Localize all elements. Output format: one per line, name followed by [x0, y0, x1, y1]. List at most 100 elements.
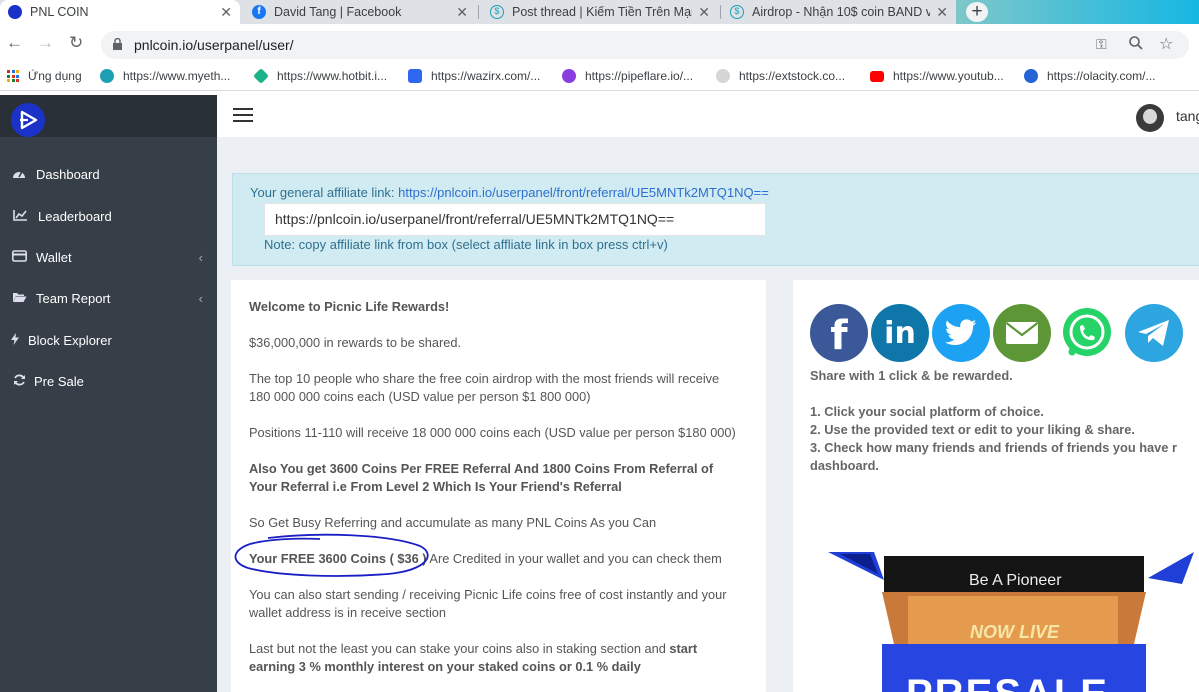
bookmark-label: Ứng dụng [28, 69, 82, 83]
new-tab-plus-icon[interactable]: + [966, 2, 988, 22]
sidebar-item-team-report[interactable]: Team Report ‹ [0, 286, 217, 310]
pnl-logo-icon[interactable] [11, 103, 45, 137]
affiliate-link[interactable]: https://pnlcoin.io/userpanel/front/refer… [398, 185, 769, 200]
share-step: 1. Click your social platform of choice. [810, 404, 1044, 419]
tab-post-thread[interactable]: $ Post thread | Kiếm Tiền Trên Mạng ✕ [482, 0, 718, 24]
top-header: tang [217, 95, 1199, 137]
dollar-favicon-icon: $ [490, 5, 504, 19]
tab-title: PNL COIN [30, 5, 89, 19]
sidebar-item-wallet[interactable]: Wallet ‹ [0, 245, 217, 269]
email-share-icon[interactable] [993, 304, 1051, 362]
zoom-icon[interactable] [1128, 35, 1144, 54]
wazirx-favicon-icon [408, 69, 422, 83]
rewards-paragraph: Positions 11-110 will receive 18 000 000… [249, 425, 736, 440]
chevron-left-icon: ‹ [198, 249, 203, 265]
forward-arrow-icon[interactable]: → [37, 33, 54, 53]
tab-facebook[interactable]: f David Tang | Facebook ✕ [244, 0, 476, 24]
bookmark-wazirx[interactable]: https://wazirx.com/... [408, 69, 540, 83]
share-step-continuation: dashboard. [810, 458, 879, 473]
pipeflare-favicon-icon [562, 69, 576, 83]
rewards-paragraph: You can also start sending / receiving P… [249, 587, 727, 620]
bookmarks-bar: Ứng dụng https://www.myeth... https://ww… [0, 63, 1199, 91]
olacity-favicon-icon [1024, 69, 1038, 83]
free-coins-rest: Are Credited in your wallet and you can … [426, 551, 722, 566]
hamburger-menu-icon[interactable] [233, 108, 253, 122]
facebook-share-icon[interactable]: f [810, 304, 868, 362]
bookmark-pipeflare[interactable]: https://pipeflare.io/... [562, 69, 693, 83]
sidebar-item-label: Leaderboard [38, 208, 112, 224]
url-text: pnlcoin.io/userpanel/user/ [134, 37, 294, 53]
sidebar: Dashboard Leaderboard Wallet ‹ Team Repo… [0, 95, 217, 692]
bookmark-label: https://extstock.co... [739, 69, 846, 83]
share-step: 3. Check how many friends and friends of… [810, 440, 1177, 455]
youtube-favicon-icon [870, 70, 884, 82]
tab-title: Airdrop - Nhận 10$ coin BAND v [752, 5, 931, 19]
bookmark-extstock[interactable]: https://extstock.co... [716, 69, 845, 83]
reload-icon[interactable]: ↻ [69, 33, 83, 53]
key-icon[interactable]: ⚿ [1096, 36, 1107, 53]
banner-presale-text: PRESALE [906, 672, 1109, 692]
welcome-heading: Welcome to Picnic Life Rewards! [249, 299, 450, 314]
staking-text: Last but not the least you can stake you… [249, 641, 670, 656]
sidebar-item-label: Team Report [36, 290, 111, 306]
sidebar-item-block-explorer[interactable]: Block Explorer [0, 328, 217, 352]
bookmark-label: https://pipeflare.io/... [585, 69, 694, 83]
dashboard-gauge-icon [11, 167, 27, 182]
refresh-icon [11, 374, 27, 389]
affiliate-link-box[interactable]: https://pnlcoin.io/userpanel/front/refer… [264, 203, 766, 236]
linkedin-share-icon[interactable]: in [871, 304, 929, 362]
dollar-favicon-icon: $ [730, 5, 744, 19]
sidebar-item-label: Pre Sale [34, 373, 84, 389]
sidebar-item-label: Dashboard [36, 166, 100, 182]
lightning-bolt-icon [11, 332, 19, 348]
close-icon[interactable]: ✕ [936, 4, 948, 21]
telegram-share-icon[interactable] [1125, 304, 1183, 362]
back-arrow-icon[interactable]: ← [6, 33, 23, 53]
bookmark-hotbit[interactable]: https://www.hotbit.i... [253, 68, 388, 84]
bookmark-label: https://www.hotbit.i... [277, 69, 388, 83]
share-headline: Share with 1 click & be rewarded. [810, 368, 1013, 383]
star-icon[interactable]: ☆ [1159, 34, 1173, 54]
browser-tab-bar: PNL COIN ✕ f David Tang | Facebook ✕ $ P… [0, 0, 1199, 24]
myeth-favicon-icon [100, 69, 114, 83]
wallet-card-icon [11, 249, 27, 265]
sidebar-item-pre-sale[interactable]: Pre Sale [0, 369, 217, 393]
bookmark-apps[interactable]: Ứng dụng [7, 69, 82, 83]
tab-airdrop[interactable]: $ Airdrop - Nhận 10$ coin BAND v ✕ [722, 0, 956, 24]
lock-icon [113, 37, 122, 50]
banner-live-text: NOW LIVE [970, 622, 1059, 642]
rewards-card: Welcome to Picnic Life Rewards! $36,000,… [231, 280, 766, 692]
tab-strip-background [956, 0, 1199, 24]
pnl-favicon-icon [8, 5, 22, 19]
presale-banner[interactable]: Be A Pioneer NOW LIVE PRESALE [822, 548, 1199, 692]
whatsapp-share-icon[interactable] [1058, 304, 1116, 362]
bookmark-label: https://olacity.com/... [1047, 69, 1156, 83]
bookmark-youtube[interactable]: https://www.youtub... [870, 69, 1004, 83]
affiliate-note: Note: copy affiliate link from box (sele… [264, 237, 668, 252]
apps-grid-icon [7, 70, 19, 82]
bookmark-label: https://wazirx.com/... [431, 69, 541, 83]
hotbit-favicon-icon [253, 68, 269, 84]
bookmark-myeth[interactable]: https://www.myeth... [100, 69, 230, 83]
folder-open-icon [11, 291, 27, 306]
share-step: 2. Use the provided text or edit to your… [810, 422, 1135, 437]
tab-pnl-coin[interactable]: PNL COIN ✕ [0, 0, 240, 24]
username[interactable]: tang [1176, 108, 1199, 124]
close-icon[interactable]: ✕ [220, 4, 232, 21]
referral-bonus-text: Also You get 3600 Coins Per FREE Referra… [249, 461, 714, 494]
twitter-share-icon[interactable] [932, 304, 990, 362]
extstock-favicon-icon [716, 69, 730, 83]
sidebar-item-dashboard[interactable]: Dashboard [0, 162, 217, 186]
facebook-favicon-icon: f [252, 5, 266, 19]
sidebar-item-leaderboard[interactable]: Leaderboard [0, 204, 217, 228]
bookmark-label: https://www.myeth... [123, 69, 231, 83]
affiliate-label: Your general affiliate link: [250, 185, 399, 200]
user-avatar[interactable] [1136, 104, 1164, 132]
close-icon[interactable]: ✕ [456, 4, 468, 21]
address-bar[interactable]: pnlcoin.io/userpanel/user/ ⚿ ☆ [101, 31, 1189, 59]
tab-separator [478, 5, 479, 19]
bookmark-olacity[interactable]: https://olacity.com/... [1024, 69, 1155, 83]
affiliate-line: Your general affiliate link: https://pnl… [250, 185, 769, 200]
brand-header [0, 95, 217, 137]
close-icon[interactable]: ✕ [698, 4, 710, 21]
